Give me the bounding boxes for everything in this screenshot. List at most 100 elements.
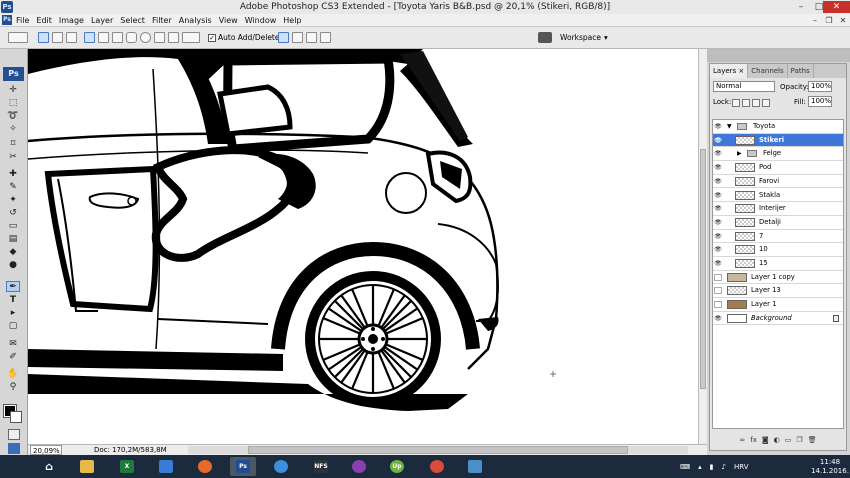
freeform-pen-icon[interactable]	[98, 32, 109, 43]
eye-icon[interactable]: 👁	[714, 150, 722, 157]
layer-row-layer-1[interactable]: Layer 1	[713, 298, 843, 312]
taskbar-excel[interactable]: X	[114, 457, 140, 476]
language-indicator[interactable]: HRV	[734, 463, 749, 471]
brush-tool[interactable]: ✎	[6, 182, 20, 193]
marquee-tool[interactable]: ⬚	[6, 98, 20, 109]
network-icon[interactable]: ▮	[710, 463, 714, 471]
layer-row-pod[interactable]: 👁 Pod	[713, 161, 843, 175]
close-button[interactable]: ✕	[823, 1, 850, 13]
chevron-up-icon[interactable]: ▴	[698, 463, 702, 471]
eye-icon[interactable]: 👁	[714, 192, 722, 199]
combine-icon[interactable]	[278, 32, 289, 43]
taskbar-game[interactable]	[346, 457, 372, 476]
layer-row-15[interactable]: 👁 15	[713, 257, 843, 271]
document-icon[interactable]: Ps	[2, 15, 12, 25]
document-size-info[interactable]: Doc: 170,2M/583,8M	[94, 445, 167, 455]
taskbar-nfs[interactable]: NFS	[308, 457, 334, 476]
layer-row-felge[interactable]: 👁 ▶ Felge	[713, 147, 843, 162]
taskbar-photoshop[interactable]: Ps	[230, 457, 256, 476]
polygon-icon[interactable]	[154, 32, 165, 43]
line-icon[interactable]	[168, 32, 179, 43]
workspace-button[interactable]: Workspace ▾	[560, 33, 608, 42]
taskbar-upwork[interactable]: Up	[384, 457, 410, 476]
layer-row-stikeri[interactable]: 👁 Stikeri	[713, 133, 843, 148]
menu-file[interactable]: File	[16, 14, 29, 27]
notes-tool[interactable]: ✉	[6, 339, 20, 350]
taskbar-app-7[interactable]	[268, 457, 294, 476]
horizontal-scrollbar[interactable]	[188, 446, 688, 454]
layer-row-background[interactable]: 👁 Background	[713, 312, 843, 326]
menu-analysis[interactable]: Analysis	[179, 14, 212, 27]
eye-icon[interactable]: 👁	[714, 233, 722, 240]
taskbar-firefox[interactable]	[192, 457, 218, 476]
history-brush-tool[interactable]: ↺	[6, 208, 20, 219]
shape-tool[interactable]: ▢	[6, 321, 20, 332]
workspace-icon[interactable]	[538, 32, 552, 43]
keyboard-icon[interactable]: ⌨	[680, 463, 690, 471]
fx-icon[interactable]: fx	[750, 436, 757, 448]
blend-mode-select[interactable]: Normal	[713, 81, 775, 92]
zoom-tool[interactable]: ⚲	[6, 382, 20, 393]
pen-icon[interactable]	[84, 32, 95, 43]
folder-icon[interactable]: ▭	[785, 436, 792, 448]
menu-layer[interactable]: Layer	[91, 14, 113, 27]
eye-icon[interactable]: 👁	[714, 137, 722, 144]
tool-preset-picker[interactable]	[8, 32, 28, 43]
adjustment-icon[interactable]: ◐	[774, 436, 780, 448]
layer-row-farovi[interactable]: 👁 Farovi	[713, 175, 843, 189]
doc-minimize-button[interactable]: –	[808, 15, 822, 26]
layer-row-interijer[interactable]: 👁 Interijer	[713, 202, 843, 216]
custom-shape-icon[interactable]	[182, 32, 200, 43]
eye-hidden-icon[interactable]	[714, 273, 722, 281]
fill-field[interactable]: 100%	[808, 96, 832, 107]
taskbar-image-viewer[interactable]	[462, 457, 488, 476]
gradient-tool[interactable]: ▤	[6, 234, 20, 245]
fill-pixels-icon[interactable]	[66, 32, 77, 43]
dodge-tool[interactable]: ●	[6, 260, 20, 271]
menu-edit[interactable]: Edit	[36, 14, 52, 27]
horizontal-scroll-thumb[interactable]	[248, 446, 628, 454]
intersect-icon[interactable]	[306, 32, 317, 43]
quick-mask-icon[interactable]	[8, 429, 20, 440]
zoom-field[interactable]: 20,09%	[30, 445, 62, 455]
move-tool[interactable]: ✛	[6, 85, 20, 96]
eye-icon[interactable]: 👁	[714, 178, 722, 185]
paths-mode-icon[interactable]	[52, 32, 63, 43]
eye-hidden-icon[interactable]	[714, 287, 722, 295]
layer-row-stakla[interactable]: 👁 Stakla	[713, 189, 843, 203]
taskbar-computer[interactable]	[153, 457, 179, 476]
tab-paths[interactable]: Paths	[788, 64, 814, 78]
auto-add-delete-checkbox[interactable]: ✓	[208, 33, 216, 42]
layer-row-detalji[interactable]: 👁 Detalji	[713, 216, 843, 230]
menu-view[interactable]: View	[219, 14, 238, 27]
blur-tool[interactable]: ◆	[6, 247, 20, 258]
vertical-scrollbar[interactable]	[698, 49, 707, 444]
start-button[interactable]: ⌂	[36, 457, 62, 476]
background-color-swatch[interactable]	[10, 411, 22, 423]
type-tool[interactable]: T	[6, 295, 20, 306]
eye-icon[interactable]: 👁	[714, 164, 722, 171]
tab-channels[interactable]: Channels	[748, 64, 788, 78]
eye-icon[interactable]: 👁	[714, 260, 722, 267]
rounded-rectangle-icon[interactable]	[126, 32, 137, 43]
pen-tool[interactable]: ✒	[6, 281, 20, 292]
ellipse-icon[interactable]	[140, 32, 151, 43]
auto-add-delete[interactable]: ✓ Auto Add/Delete	[208, 33, 280, 42]
lock-position-icon[interactable]	[752, 99, 760, 107]
chevron-down-icon[interactable]: ▼	[727, 120, 732, 133]
volume-icon[interactable]: ♪	[721, 463, 725, 471]
path-selection-tool[interactable]: ▸	[6, 308, 20, 319]
slice-tool[interactable]: ✂	[6, 152, 20, 163]
eye-icon[interactable]: 👁	[714, 246, 722, 253]
eye-icon[interactable]: 👁	[714, 123, 722, 130]
chevron-right-icon[interactable]: ▶	[737, 147, 742, 160]
eye-icon[interactable]: 👁	[714, 205, 722, 212]
layer-row-10[interactable]: 👁 10	[713, 243, 843, 257]
doc-restore-button[interactable]: ❐	[822, 15, 836, 26]
healing-brush-tool[interactable]: ✚	[6, 169, 20, 180]
minimize-button[interactable]: –	[792, 1, 810, 13]
clock[interactable]: 11:48 14.1.2016.	[810, 458, 850, 476]
trash-icon[interactable]: 🗑	[808, 436, 817, 448]
lasso-tool[interactable]: ➰	[6, 111, 20, 122]
subtract-icon[interactable]	[292, 32, 303, 43]
